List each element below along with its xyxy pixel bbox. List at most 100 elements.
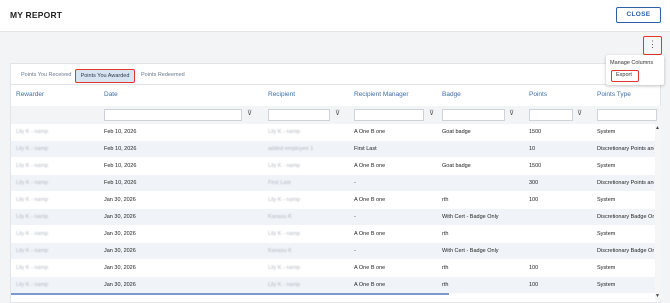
rewarder-cell: Lily K - namp	[16, 146, 49, 152]
rewarder-cell: Lily K - namp	[16, 265, 49, 271]
date-cell: Feb 10, 2026	[104, 163, 137, 169]
recipient-manager-cell: A One B one	[354, 197, 386, 203]
rewarder-cell: Lily K - namp	[16, 129, 49, 135]
date-cell: Jan 30, 2026	[104, 265, 136, 271]
table-row[interactable]: Lily K - namp Jan 30, 2026 Kanasu K - With C…	[11, 209, 662, 225]
recipient-cell: Lily K - namp	[268, 265, 301, 271]
points-filter-input[interactable]	[529, 109, 573, 121]
filter-icon[interactable]: ⊽	[577, 109, 582, 117]
date-cell: Jan 30, 2026	[104, 248, 136, 254]
recipient-manager-cell: -	[354, 248, 356, 254]
recipient-filter-input[interactable]	[268, 109, 330, 121]
table-row[interactable]: Lily K - namp Feb 10, 2026 Lily K - namp A …	[11, 124, 662, 140]
more-options-icon[interactable]: ⋮	[643, 36, 662, 55]
recipient-manager-cell: A One B one	[354, 265, 386, 271]
badge-cell: Goat badge	[442, 163, 471, 169]
column-header-points-type[interactable]: Points Type	[597, 91, 631, 98]
column-header-recipient-manager[interactable]: Recipient Manager	[354, 91, 409, 98]
points-cell: 100	[529, 282, 539, 288]
table-row[interactable]: Lily K - namp Jan 30, 2026 Kanasu K - With C…	[11, 243, 662, 259]
filter-icon[interactable]: ⊽	[429, 109, 434, 117]
date-cell: Jan 30, 2026	[104, 197, 136, 203]
options-menu: Manage Columns Export	[606, 55, 664, 85]
rewarder-cell: Lily K - namp	[16, 248, 49, 254]
rewarder-cell: Lily K - namp	[16, 231, 49, 237]
recipient-manager-cell: A One B one	[354, 231, 386, 237]
table-row[interactable]: Lily K - namp Jan 30, 2026 Lily K - namp A …	[11, 192, 662, 208]
date-cell: Feb 10, 2026	[104, 146, 137, 152]
recipient-cell: Lily K - namp	[268, 282, 301, 288]
rewarder-cell: Lily K - namp	[16, 163, 49, 169]
recipient-cell: First Last	[268, 180, 291, 186]
recipient-cell: Lily K - namp	[268, 163, 301, 169]
column-header-badge[interactable]: Badge	[442, 91, 461, 98]
filter-icon[interactable]: ⊽	[247, 109, 252, 117]
badge-cell: rth	[442, 197, 449, 203]
points-cell: 1500	[529, 163, 542, 169]
points-type-filter-input[interactable]	[597, 109, 657, 121]
recipient-cell: added employee 1	[268, 146, 314, 152]
table-row[interactable]: Lily K - namp Feb 10, 2026 First Last - 300 D…	[11, 175, 662, 191]
scroll-up-icon[interactable]: ▲	[655, 125, 660, 131]
points-type-cell: System	[597, 163, 616, 169]
tab-divider	[11, 84, 662, 85]
table-row[interactable]: Lily K - namp Feb 10, 2026 Lily K - namp A …	[11, 158, 662, 174]
table-row[interactable]: Lily K - namp Jan 30, 2026 Lily K - namp A …	[11, 226, 662, 242]
table-row[interactable]: Lily K - namp Jan 30, 2026 Lily K - namp A …	[11, 260, 662, 276]
close-button[interactable]: CLOSE	[616, 7, 661, 23]
report-panel: Points You Received Points You Awarded P…	[10, 63, 662, 303]
badge-cell: With Cert - Badge Only	[442, 248, 499, 254]
badge-cell: rth	[442, 265, 449, 271]
badge-cell: With Cert - Badge Only	[442, 214, 499, 220]
recipient-cell: Lily K - namp	[268, 129, 301, 135]
table-row[interactable]: Lily K - namp Feb 10, 2026 added employee …	[11, 141, 662, 157]
vertical-scrollbar[interactable]: ▲ ▼	[655, 124, 661, 300]
badge-cell: rth	[442, 231, 449, 237]
points-cell: 100	[529, 265, 539, 271]
points-type-cell: Discretionary Points and B	[597, 146, 654, 152]
tab-points-redeemed[interactable]: Points Redeemed	[141, 69, 185, 83]
recipient-manager-cell: A One B one	[354, 163, 386, 169]
recipient-manager-cell: First Last	[354, 146, 377, 152]
column-header-points[interactable]: Points	[529, 91, 547, 98]
badge-cell: rth	[442, 282, 449, 288]
recipient-cell: Lily K - namp	[268, 197, 301, 203]
points-cell: 1500	[529, 129, 542, 135]
points-type-cell: System	[597, 231, 616, 237]
column-header-date[interactable]: Date	[104, 91, 118, 98]
points-type-cell: System	[597, 197, 616, 203]
recipient-cell: Kanasu K	[268, 248, 292, 254]
tab-points-received[interactable]: Points You Received	[21, 69, 71, 83]
rewarder-cell: Lily K - namp	[16, 197, 49, 203]
report-modal: MY REPORT CLOSE ⋮ Manage Columns Export …	[0, 0, 670, 303]
recipient-manager-cell: -	[354, 214, 356, 220]
date-cell: Jan 30, 2026	[104, 231, 136, 237]
tab-points-awarded[interactable]: Points You Awarded	[75, 69, 135, 83]
export-menu-item[interactable]: Export	[611, 70, 639, 82]
manager-filter-input[interactable]	[354, 109, 424, 121]
recipient-manager-cell: A One B one	[354, 282, 386, 288]
points-type-cell: System	[597, 282, 616, 288]
recipient-cell: Kanasu K	[268, 214, 292, 220]
page-title: MY REPORT	[10, 10, 63, 20]
filter-row: ⊽ ⊽ ⊽ ⊽ ⊽	[11, 106, 662, 124]
rewarder-cell: Lily K - namp	[16, 214, 49, 220]
scroll-down-icon[interactable]: ▼	[655, 293, 660, 299]
table-row[interactable]: Lily K - namp Jan 30, 2026 Lily K - namp A …	[11, 277, 662, 293]
recipient-manager-cell: A One B one	[354, 129, 386, 135]
points-type-cell: System	[597, 129, 616, 135]
filter-icon[interactable]: ⊽	[509, 109, 514, 117]
points-type-cell: Discretionary Points and B	[597, 180, 654, 186]
manage-columns-menu-item[interactable]: Manage Columns	[610, 60, 653, 66]
filter-icon[interactable]: ⊽	[335, 109, 340, 117]
date-filter-input[interactable]	[104, 109, 242, 121]
column-header-recipient[interactable]: Recipient	[268, 91, 295, 98]
date-cell: Feb 10, 2026	[104, 180, 137, 186]
badge-cell: Goat badge	[442, 129, 471, 135]
points-cell: 100	[529, 197, 539, 203]
horizontal-scrollbar[interactable]	[11, 293, 449, 295]
badge-filter-input[interactable]	[442, 109, 505, 121]
column-header-rewarder[interactable]: Rewarder	[16, 91, 44, 98]
table-body: Lily K - namp Feb 10, 2026 Lily K - namp A …	[11, 124, 662, 303]
points-type-cell: Discretionary Badge Only	[597, 248, 654, 254]
